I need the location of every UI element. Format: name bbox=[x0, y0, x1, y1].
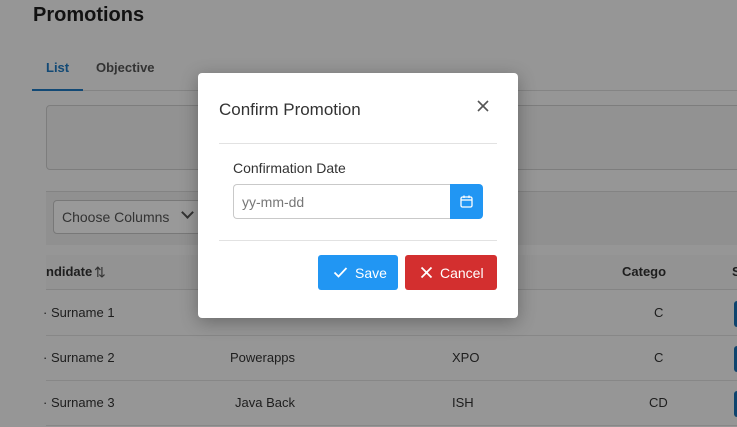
confirmation-date-input[interactable] bbox=[233, 184, 451, 219]
footer-divider bbox=[219, 240, 497, 241]
confirmation-date-label: Confirmation Date bbox=[233, 160, 346, 176]
dialog-title: Confirm Promotion bbox=[219, 100, 361, 119]
x-icon bbox=[420, 266, 433, 279]
cancel-label: Cancel bbox=[440, 265, 484, 281]
close-icon[interactable] bbox=[474, 97, 492, 115]
cancel-button[interactable]: Cancel bbox=[405, 255, 497, 290]
check-icon bbox=[333, 267, 348, 278]
calendar-button[interactable] bbox=[450, 184, 483, 219]
save-label: Save bbox=[355, 265, 387, 281]
header-divider bbox=[219, 143, 497, 144]
save-button[interactable]: Save bbox=[318, 255, 398, 290]
confirm-promotion-dialog: Confirm Promotion Confirmation Date Save… bbox=[198, 73, 518, 318]
calendar-icon bbox=[460, 195, 473, 208]
